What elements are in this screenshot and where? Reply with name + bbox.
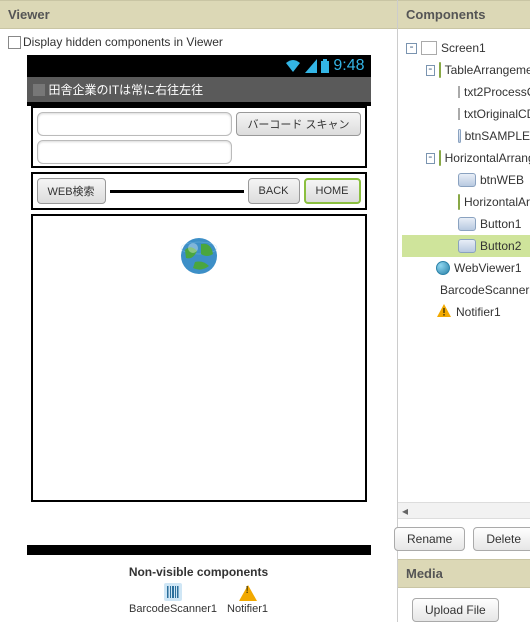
display-hidden-checkbox[interactable]: Display hidden components in Viewer [8, 35, 389, 49]
globe-icon [179, 236, 219, 276]
viewer-panel-header: Viewer [0, 0, 397, 29]
warning-icon [239, 583, 257, 601]
tree-node-txt2processcd[interactable]: txt2ProcessCD [402, 81, 530, 103]
back-button[interactable]: BACK [248, 178, 300, 204]
container-icon [458, 194, 460, 210]
tree-node-barcodescanner[interactable]: BarcodeScanner1 [402, 279, 530, 301]
app-title-bar: 田舎企業のITは常に右往左往 [27, 77, 371, 102]
components-tree: - Screen1 - TableArrangement1 txt2Proces… [398, 29, 530, 502]
warning-icon [436, 303, 452, 322]
battery-icon [321, 59, 329, 73]
components-panel-header: Components [398, 0, 530, 29]
button-icon [458, 173, 476, 187]
tree-node-btnweb[interactable]: btnWEB [402, 169, 530, 191]
webviewer[interactable] [31, 214, 367, 502]
node-label: txt2ProcessCD [464, 85, 530, 99]
screen-icon [421, 41, 437, 55]
horizontal-scrollbar[interactable]: ◂ [398, 502, 530, 518]
collapse-icon[interactable]: - [426, 153, 435, 164]
home-button[interactable]: HOME [304, 178, 361, 204]
node-label: BarcodeScanner1 [440, 283, 530, 297]
container-icon [439, 150, 441, 166]
node-label: HorizontalArrangement2 [464, 195, 530, 209]
collapse-icon[interactable]: - [426, 65, 435, 76]
app-icon [33, 84, 45, 96]
txtoriginalcd-input[interactable] [37, 140, 233, 164]
status-clock: 9:48 [333, 57, 364, 75]
upload-file-button[interactable]: Upload File [412, 598, 499, 622]
node-label: HorizontalArrangement1 [445, 151, 530, 165]
nv-label: Notifier1 [227, 603, 268, 615]
barcode-icon [164, 583, 182, 601]
delete-button[interactable]: Delete [473, 527, 530, 551]
media-panel-header: Media [398, 559, 530, 588]
tree-node-screen1[interactable]: - Screen1 [402, 37, 530, 59]
wifi-icon [285, 59, 301, 73]
status-bar: 9:48 [27, 55, 371, 77]
signal-icon [305, 59, 317, 73]
txt2processcd-input[interactable] [37, 112, 233, 136]
node-label: btnSAMPLE [465, 129, 530, 143]
button-icon [458, 129, 461, 143]
container-icon [439, 62, 441, 78]
nonvisible-notifier[interactable]: Notifier1 [227, 583, 268, 615]
textbox-icon [458, 108, 460, 120]
web-search-button[interactable]: WEB検索 [37, 178, 106, 204]
nonvisible-barcodescanner[interactable]: BarcodeScanner1 [129, 583, 217, 615]
textbox-icon [458, 86, 460, 98]
button-icon [458, 217, 476, 231]
app-screen: バーコード スキャン WEB検索 BACK HOME [27, 106, 371, 545]
tree-node-btnsample[interactable]: btnSAMPLE [402, 125, 530, 147]
horizontal-arrangement: WEB検索 BACK HOME [31, 172, 367, 210]
node-label: Button1 [480, 217, 521, 231]
phone-mock: 9:48 田舎企業のITは常に右往左往 バーコード スキャン WEB検索 [27, 55, 371, 555]
checkbox-icon [8, 36, 21, 49]
nonvisible-title: Non-visible components [8, 565, 389, 579]
tree-node-button1[interactable]: Button1 [402, 213, 530, 235]
app-title-label: 田舎企業のITは常に右往左往 [49, 81, 204, 98]
node-label: TableArrangement1 [445, 63, 530, 77]
node-label: btnWEB [480, 173, 524, 187]
node-label: Button2 [480, 239, 521, 253]
node-label: txtOriginalCD [464, 107, 530, 121]
tree-node-notifier[interactable]: Notifier1 [402, 301, 530, 323]
tree-node-tablearrangement[interactable]: - TableArrangement1 [402, 59, 530, 81]
node-label: Notifier1 [456, 305, 501, 319]
tree-node-webviewer[interactable]: WebViewer1 [402, 257, 530, 279]
collapse-icon[interactable]: - [406, 43, 417, 54]
scroll-left-icon[interactable]: ◂ [398, 504, 412, 518]
globe-icon [436, 261, 450, 275]
spacer [110, 178, 244, 204]
node-label: Screen1 [441, 41, 486, 55]
node-label: WebViewer1 [454, 261, 522, 275]
display-hidden-label: Display hidden components in Viewer [23, 35, 223, 49]
nv-label: BarcodeScanner1 [129, 603, 217, 615]
barcode-scan-button[interactable]: バーコード スキャン [236, 112, 360, 136]
table-arrangement: バーコード スキャン [31, 106, 367, 168]
tree-node-button2[interactable]: Button2 [402, 235, 530, 257]
tree-node-txtoriginalcd[interactable]: txtOriginalCD [402, 103, 530, 125]
rename-button[interactable]: Rename [394, 527, 465, 551]
tree-node-horizontalarrangement[interactable]: - HorizontalArrangement1 [402, 147, 530, 169]
button-icon [458, 239, 476, 253]
tree-node-horizontalarrangement1[interactable]: HorizontalArrangement2 [402, 191, 530, 213]
